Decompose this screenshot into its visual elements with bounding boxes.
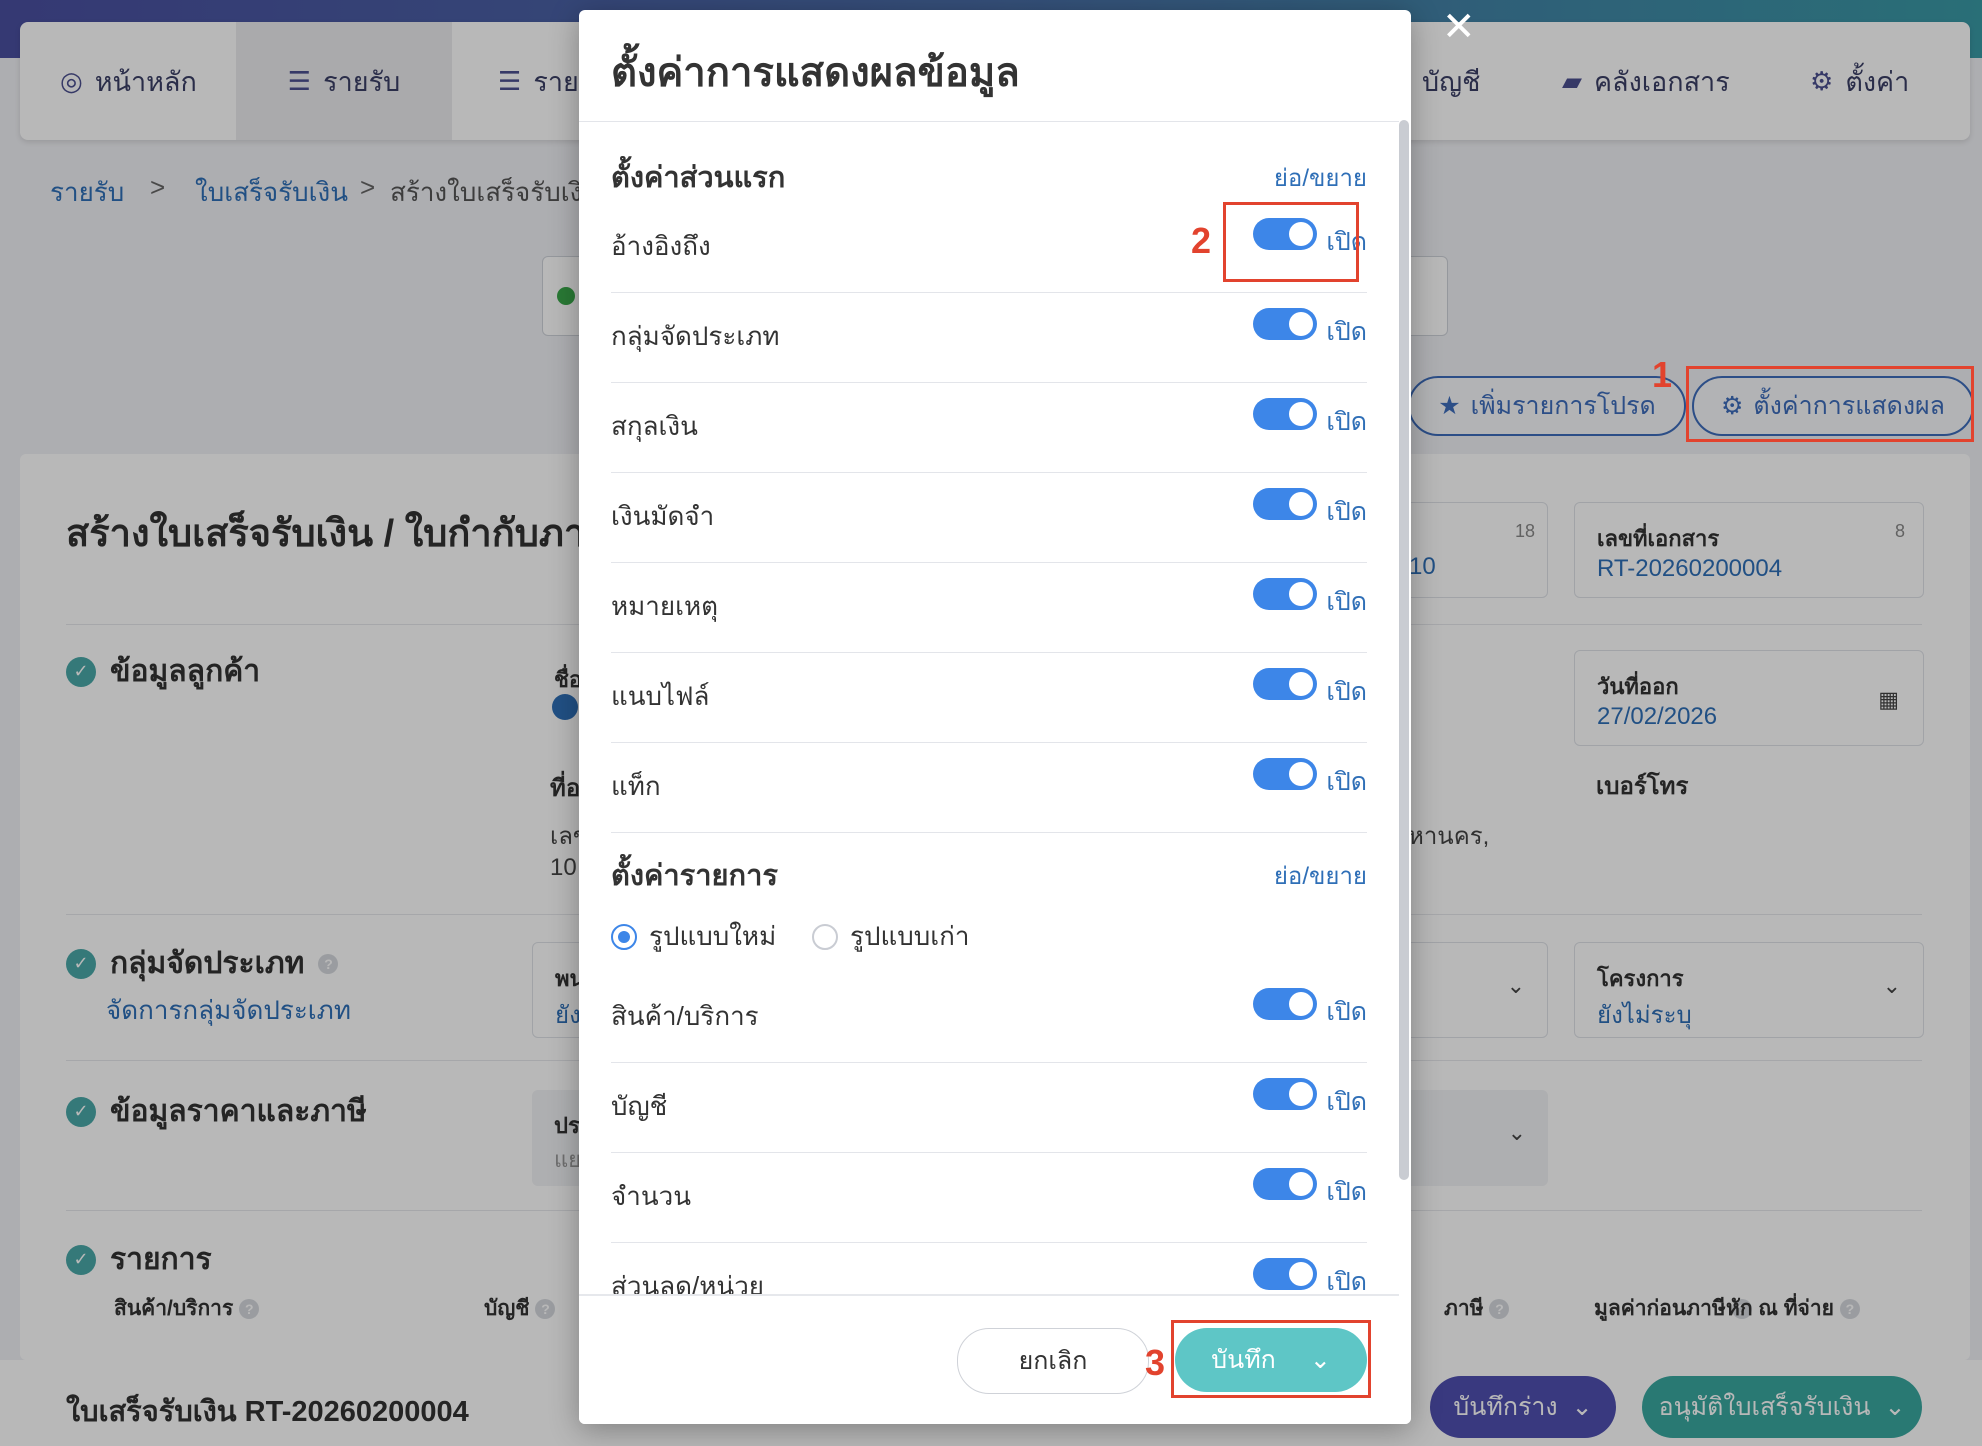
cancel-button[interactable]: ยกเลิก <box>957 1328 1149 1394</box>
toggle-state: เปิด <box>1326 1178 1367 1206</box>
toggle-knob <box>1289 1262 1313 1286</box>
toggle-switch[interactable] <box>1253 308 1317 340</box>
toggle-state: เปิด <box>1326 1088 1367 1116</box>
annotation-box-3 <box>1171 1320 1371 1398</box>
toggle-state: เปิด <box>1326 588 1367 616</box>
setting-label: หมายเหตุ <box>611 591 719 621</box>
toggle-state: เปิด <box>1326 498 1367 526</box>
setting-label: แนบไฟล์ <box>611 681 710 711</box>
layout-old-label: รูปแบบเก่า <box>850 921 970 951</box>
radio-button[interactable] <box>812 923 838 950</box>
layout-new-label: รูปแบบใหม่ <box>649 921 777 951</box>
setting-label: บัญชี <box>611 1091 668 1121</box>
toggle-switch[interactable] <box>1253 668 1317 700</box>
setting-label: เงินมัดจำ <box>611 501 715 531</box>
radio-button[interactable] <box>611 923 637 950</box>
toggle-state: เปิด <box>1326 678 1367 706</box>
toggle-knob <box>1289 582 1313 606</box>
setting-row-tag: แท็ก เปิด <box>611 742 1367 833</box>
toggle-state: เปิด <box>1326 318 1367 346</box>
annotation-box-1 <box>1686 366 1974 442</box>
annotation-number-3: 3 <box>1145 1342 1166 1383</box>
setting-label: แท็ก <box>611 771 661 801</box>
toggle-switch[interactable] <box>1253 758 1317 790</box>
close-icon[interactable]: ✕ <box>1442 4 1476 50</box>
toggle-state: เปิด <box>1326 408 1367 436</box>
toggle-knob <box>1289 312 1313 336</box>
toggle-switch[interactable] <box>1253 988 1317 1020</box>
section2-title: ตั้งค่ารายการ <box>611 860 778 892</box>
layout-new-option[interactable]: รูปแบบใหม่ <box>611 916 776 957</box>
toggle-knob <box>1289 1172 1313 1196</box>
toggle-state: เปิด <box>1326 768 1367 796</box>
modal-scrollbar[interactable] <box>1399 120 1409 1180</box>
toggle-knob <box>1289 492 1313 516</box>
setting-label: จำนวน <box>611 1181 691 1211</box>
toggle-knob <box>1289 762 1313 786</box>
layout-old-option[interactable]: รูปแบบเก่า <box>812 916 969 957</box>
toggle-switch[interactable] <box>1253 488 1317 520</box>
setting-row-product: สินค้า/บริการ เปิด <box>611 972 1367 1063</box>
setting-row-account: บัญชี เปิด <box>611 1062 1367 1153</box>
setting-row-category: กลุ่มจัดประเภท เปิด <box>611 292 1367 383</box>
toggle-knob <box>1289 402 1313 426</box>
setting-row-notes: หมายเหตุ เปิด <box>611 562 1367 653</box>
annotation-number-1: 1 <box>1652 354 1673 395</box>
toggle-switch[interactable] <box>1253 398 1317 430</box>
toggle-switch[interactable] <box>1253 1258 1317 1290</box>
toggle-knob <box>1289 992 1313 1016</box>
toggle-state: เปิด <box>1326 998 1367 1026</box>
divider <box>579 121 1399 122</box>
setting-label: สินค้า/บริการ <box>611 1001 759 1031</box>
setting-row-deposit: เงินมัดจำ เปิด <box>611 472 1367 563</box>
annotation-number-2: 2 <box>1191 220 1212 261</box>
setting-row-quantity: จำนวน เปิด <box>611 1152 1367 1243</box>
setting-label: กลุ่มจัดประเภท <box>611 321 780 351</box>
section1-collapse-link[interactable]: ย่อ/ขยาย <box>1274 158 1367 197</box>
toggle-switch[interactable] <box>1253 578 1317 610</box>
setting-row-attachment: แนบไฟล์ เปิด <box>611 652 1367 743</box>
setting-label: อ้างอิงถึง <box>611 231 711 261</box>
setting-row-currency: สกุลเงิน เปิด <box>611 382 1367 473</box>
toggle-switch[interactable] <box>1253 1078 1317 1110</box>
toggle-switch[interactable] <box>1253 1168 1317 1200</box>
toggle-knob <box>1289 1082 1313 1106</box>
section1-title: ตั้งค่าส่วนแรก <box>611 162 786 194</box>
section2-collapse-link[interactable]: ย่อ/ขยาย <box>1274 856 1367 895</box>
setting-label: สกุลเงิน <box>611 411 698 441</box>
display-settings-modal: ตั้งค่าการแสดงผลข้อมูล ตั้งค่าส่วนแรก ย่… <box>579 10 1411 1424</box>
divider <box>579 1294 1399 1296</box>
annotation-box-2 <box>1223 202 1359 282</box>
modal-title: ตั้งค่าการแสดงผลข้อมูล <box>611 51 1020 95</box>
toggle-knob <box>1289 672 1313 696</box>
